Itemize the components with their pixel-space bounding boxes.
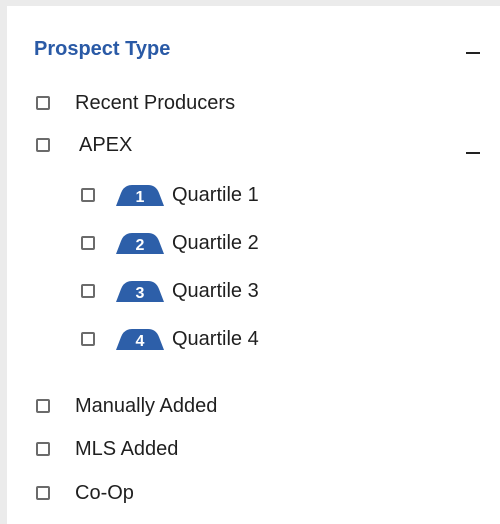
option-label: Quartile 4 [172,327,259,350]
option-label: MLS Added [75,437,179,460]
checkbox[interactable] [36,399,50,413]
quartile-badge-icon: 2 [116,232,164,254]
prospect-type-panel: Prospect Type Recent Producers APEX 1 Qu… [7,6,500,524]
option-co-op[interactable]: Co-Op [36,480,134,506]
option-label: Co-Op [75,481,134,504]
checkbox[interactable] [81,188,95,202]
checkbox[interactable] [36,138,50,152]
section-title: Prospect Type [34,38,171,60]
checkbox[interactable] [81,332,95,346]
option-mls-added[interactable]: MLS Added [36,436,178,462]
checkbox[interactable] [36,96,50,110]
quartile-number: 4 [135,333,145,350]
quartile-number: 3 [135,285,145,302]
quartile-number: 1 [135,189,145,206]
collapse-apex-icon[interactable] [466,152,480,154]
option-quartile-4[interactable]: 4 Quartile 4 [81,326,259,352]
option-recent-producers[interactable]: Recent Producers [36,90,235,116]
checkbox[interactable] [36,442,50,456]
quartile-badge-icon: 3 [116,280,164,302]
option-label: Recent Producers [75,91,236,114]
checkbox[interactable] [81,236,95,250]
collapse-section-icon[interactable] [466,52,480,54]
option-label: Manually Added [75,394,218,417]
option-label: APEX [79,133,133,156]
checkbox[interactable] [81,284,95,298]
option-label: Quartile 1 [172,183,259,206]
option-label: Quartile 3 [172,279,259,302]
quartile-badge-icon: 1 [116,184,164,206]
quartile-number: 2 [135,237,145,254]
checkbox[interactable] [36,486,50,500]
option-quartile-2[interactable]: 2 Quartile 2 [81,230,259,256]
quartile-badge-icon: 4 [116,328,164,350]
option-apex[interactable]: APEX [36,132,132,158]
option-quartile-1[interactable]: 1 Quartile 1 [81,182,259,208]
option-manually-added[interactable]: Manually Added [36,393,217,419]
option-label: Quartile 2 [172,231,259,254]
option-quartile-3[interactable]: 3 Quartile 3 [81,278,259,304]
